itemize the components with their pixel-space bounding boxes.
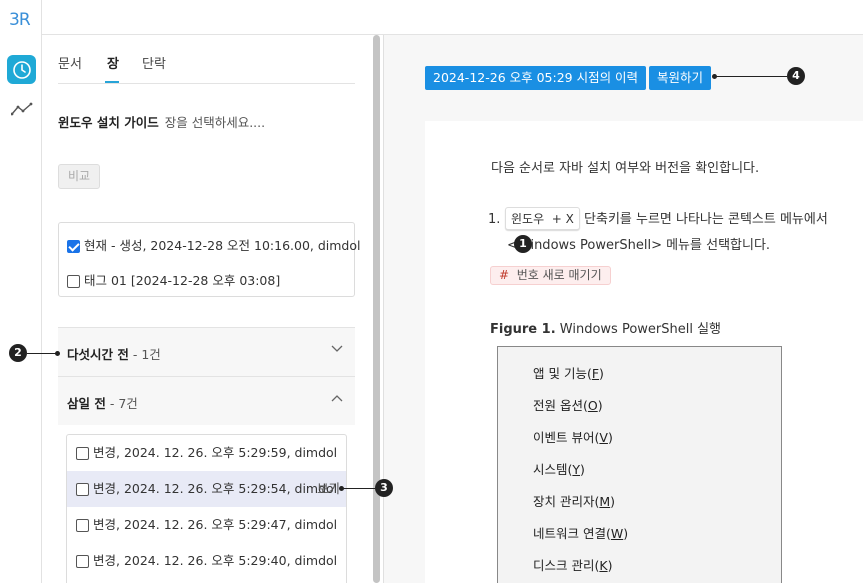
figure-title: Windows PowerShell 실행 [559, 322, 722, 337]
tab-document[interactable]: 문서 [58, 53, 82, 72]
group-three-days-ago[interactable]: 삼일 전 - 7건 [58, 376, 355, 425]
line-chart-icon [10, 102, 32, 115]
menu-item: 이벤트 뷰어(V) [533, 430, 613, 445]
menu-item: 디스크 관리(K) [533, 558, 613, 573]
scrollbar-thumb[interactable] [373, 35, 380, 583]
callout-line-3 [341, 488, 375, 489]
intro-paragraph: 다음 순서로 자바 설치 여부와 버전을 확인합니다. [491, 161, 760, 176]
figure-caption: Figure 1. Windows PowerShell 실행 [490, 318, 721, 337]
current-version-label: 현재 - 생성, 2024-12-28 오전 10:16.00, dimdol [84, 238, 361, 253]
step-line-1: 윈도우 + X 단축키를 누르면 나타나는 콘텍스트 메뉴에서 [505, 207, 828, 230]
view-link[interactable]: 보기 [317, 471, 340, 507]
history-date-label: 2024-12-26 오후 05:29 시점의 이력 [425, 66, 647, 90]
clock-icon [12, 60, 31, 79]
tab-paragraph[interactable]: 단락 [142, 53, 166, 72]
group-count: - 1건 [128, 347, 161, 362]
change-label: 변경, 2024. 12. 26. 오후 5:29:59, dimdol [93, 445, 338, 460]
history-panel: 문서 장 단락 윈도우 설치 가이드 장을 선택하세요.... 비교 현재 - 생… [42, 35, 382, 583]
current-version-row[interactable]: 현재 - 생성, 2024-12-28 오전 10:16.00, dimdol [67, 235, 360, 254]
tab-chapter[interactable]: 장 [107, 53, 119, 72]
context-menu-figure: 앱 및 기능(F) 전원 옵션(O) 이벤트 뷰어(V) 시스템(Y) 장치 관… [497, 346, 782, 583]
compare-button[interactable]: 비교 [58, 164, 100, 189]
change-checkbox[interactable] [76, 519, 89, 532]
document-preview: 다음 순서로 자바 설치 여부와 버전을 확인합니다. 1. 윈도우 + X 단… [425, 121, 863, 583]
change-label: 변경, 2024. 12. 26. 오후 5:29:47, dimdol [93, 517, 338, 532]
group-count: - 7건 [105, 396, 138, 411]
app-logo: 3R [9, 10, 31, 30]
list-item[interactable]: 변경, 2024. 12. 26. 오후 5:29:40, dimdol [67, 543, 346, 579]
group-five-hours-ago[interactable]: 다섯시간 전 - 1건 [58, 327, 355, 376]
step-text: 단축키를 누르면 나타나는 콘텍스트 메뉴에서 [584, 212, 828, 227]
callout-line-4 [714, 76, 787, 77]
callout-line-2 [27, 353, 57, 354]
list-item[interactable]: 변경, 2024. 12. 26. 오후 5:29:59, dimdol [67, 435, 346, 471]
chapter-hint: 장을 선택하세요.... [164, 115, 266, 130]
chevron-down-icon [331, 345, 343, 352]
history-preview: 2024-12-26 오후 05:29 시점의 이력 복원하기 다음 순서로 자… [383, 35, 863, 583]
history-button[interactable] [7, 55, 36, 84]
menu-item: 장치 관리자(M) [533, 494, 616, 509]
document-selector[interactable]: 윈도우 설치 가이드 장을 선택하세요.... [58, 112, 265, 131]
document-name: 윈도우 설치 가이드 [58, 115, 159, 130]
tag-label: 번호 새로 매기기 [516, 268, 602, 282]
group-title: 다섯시간 전 [67, 347, 129, 362]
callout-badge-2: 2 [9, 344, 27, 362]
chevron-up-icon [331, 395, 343, 402]
stats-button[interactable] [7, 94, 36, 123]
tag-version-label: 태그 01 [2024-12-28 오후 03:08] [84, 273, 281, 288]
tag-version-checkbox[interactable] [67, 275, 80, 288]
change-label: 변경, 2024. 12. 26. 오후 5:29:40, dimdol [93, 553, 338, 568]
menu-item: 앱 및 기능(F) [533, 366, 604, 381]
figure-label: Figure 1. [490, 322, 556, 337]
active-tab-indicator [105, 81, 119, 83]
change-label: 변경, 2024. 12. 26. 오후 5:29:54, dimdol [93, 481, 338, 496]
current-versions-box: 현재 - 생성, 2024-12-28 오전 10:16.00, dimdol … [58, 222, 360, 297]
change-checkbox[interactable] [76, 483, 89, 496]
callout-badge-4: 4 [787, 67, 805, 85]
hash-icon: # [499, 268, 510, 282]
restore-button[interactable]: 복원하기 [649, 66, 712, 90]
list-item[interactable]: 변경, 2024. 12. 26. 오후 5:29:54, dimdol 보기 [67, 471, 346, 507]
step-number: 1. [488, 212, 501, 227]
callout-badge-1: 1 [514, 235, 532, 253]
list-item[interactable]: 변경, 2024. 12. 26. 오후 5:29:47, dimdol [67, 507, 346, 543]
group-title: 삼일 전 [67, 396, 106, 411]
change-list: 변경, 2024. 12. 26. 오후 5:29:59, dimdol 변경,… [66, 434, 347, 583]
callout-dot-2 [55, 351, 60, 356]
change-checkbox[interactable] [76, 555, 89, 568]
current-version-checkbox[interactable] [67, 240, 80, 253]
renumber-tag[interactable]: # 번호 새로 매기기 [490, 266, 611, 285]
menu-item: 네트워크 연결(W) [533, 526, 629, 541]
step-line-2: <Windows PowerShell> 메뉴를 선택합니다. [507, 238, 771, 253]
tag-version-row[interactable]: 태그 01 [2024-12-28 오후 03:08] [67, 270, 280, 289]
panel-scrollbar[interactable] [371, 35, 383, 583]
shortcut-key: 윈도우 + X [505, 207, 580, 230]
callout-badge-3: 3 [375, 479, 393, 497]
icon-rail: 3R [0, 0, 42, 583]
change-checkbox[interactable] [76, 447, 89, 460]
menu-item: 시스템(Y) [533, 462, 585, 477]
scope-tabs: 문서 장 단락 [58, 35, 355, 84]
menu-item: 전원 옵션(O) [533, 398, 603, 413]
top-bar [42, 0, 863, 35]
